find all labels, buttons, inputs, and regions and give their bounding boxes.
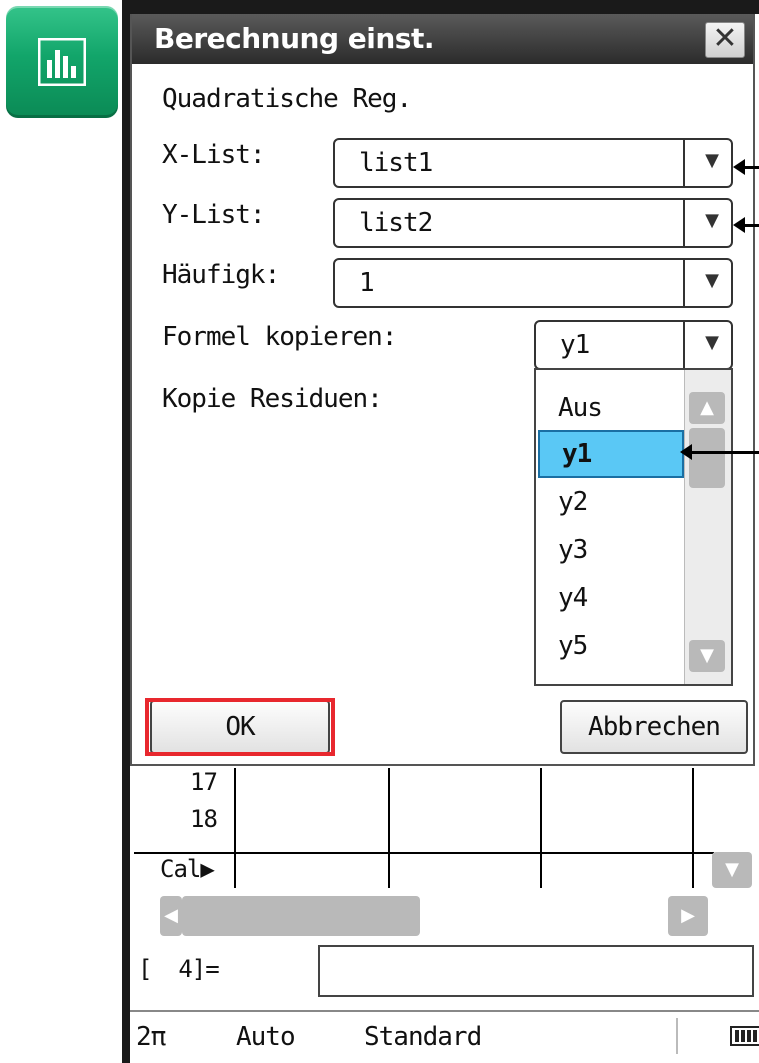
device-frame-top [122, 0, 759, 14]
combo-separator [683, 200, 685, 246]
status-divider [676, 1018, 678, 1054]
entry-label: [ 4]= [138, 955, 220, 983]
dropdown-scrollbar[interactable]: ▲ ▼ [684, 370, 731, 684]
copy-residual-label: Kopie Residuen: [162, 384, 383, 414]
ylist-value: list2 [359, 208, 433, 238]
annotation-arrow [680, 444, 759, 460]
scroll-right-button[interactable]: ▶ [668, 896, 708, 936]
combo-separator [683, 322, 685, 368]
grid-line [134, 852, 714, 854]
grid-line [388, 768, 390, 888]
stat-histogram-icon [38, 38, 86, 86]
dropdown-option-y5[interactable]: y5 [536, 622, 684, 670]
ylist-label: Y-List: [162, 200, 266, 230]
row-number-17: 17 [190, 768, 218, 796]
mode-setting[interactable]: Auto [236, 1022, 296, 1052]
chevron-down-icon[interactable]: ▼ [705, 150, 719, 171]
frequency-value: 1 [359, 268, 375, 298]
entry-input[interactable] [318, 945, 754, 997]
cancel-button[interactable]: Abbrechen [560, 700, 748, 754]
dropdown-option-y3[interactable]: y3 [536, 526, 684, 574]
frequency-label: Häufigk: [162, 260, 280, 290]
xlist-select[interactable]: list1 ▼ [333, 138, 733, 188]
xlist-label: X-List: [162, 140, 266, 170]
grid-line [692, 768, 694, 888]
dropdown-option-y1-selected[interactable]: y1 [538, 430, 684, 478]
chevron-down-icon[interactable]: ▼ [705, 332, 719, 353]
xlist-value: list1 [359, 148, 433, 178]
format-setting[interactable]: Standard [364, 1022, 482, 1052]
grid-line [234, 768, 236, 888]
copy-formula-dropdown-list[interactable]: Aus y1 y2 y3 y4 y5 ▲ ▼ [534, 368, 733, 686]
angle-setting[interactable]: 2π [136, 1022, 166, 1052]
copy-formula-value: y1 [560, 330, 590, 360]
scroll-down-icon[interactable]: ▼ [689, 640, 725, 672]
dropdown-scroll-thumb[interactable] [689, 428, 725, 488]
horizontal-scrollbar-thumb[interactable] [182, 896, 420, 936]
scroll-down-button[interactable]: ▼ [712, 852, 752, 888]
grid-line [540, 768, 542, 888]
ylist-select[interactable]: list2 ▼ [333, 198, 733, 248]
combo-separator [683, 260, 685, 306]
frequency-select[interactable]: 1 ▼ [333, 258, 733, 308]
copy-formula-select[interactable]: y1 ▼ [534, 320, 733, 370]
device-frame-left [122, 0, 130, 1063]
annotation-arrow [733, 217, 759, 233]
row-number-18: 18 [190, 805, 218, 833]
annotation-arrow [733, 159, 759, 175]
chevron-down-icon[interactable]: ▼ [705, 210, 719, 231]
scroll-left-button[interactable]: ◀ [160, 896, 182, 936]
chevron-down-icon[interactable]: ▼ [705, 270, 719, 291]
copy-formula-label: Formel kopieren: [162, 322, 397, 352]
dropdown-option-aus[interactable]: Aus [536, 384, 684, 432]
scroll-up-icon[interactable]: ▲ [689, 392, 725, 424]
combo-separator [683, 140, 685, 186]
statistics-app-icon[interactable] [6, 6, 118, 118]
dropdown-option-y4[interactable]: y4 [536, 574, 684, 622]
battery-icon [730, 1026, 759, 1046]
dropdown-option-y2[interactable]: y2 [536, 478, 684, 526]
ok-highlight-outline [145, 698, 335, 756]
close-button[interactable]: ✕ [705, 22, 745, 58]
calc-type-label: Quadratische Reg. [162, 84, 412, 114]
calc-row-label[interactable]: Cal▶ [160, 855, 215, 883]
dialog-title: Berechnung einst. [132, 14, 753, 64]
